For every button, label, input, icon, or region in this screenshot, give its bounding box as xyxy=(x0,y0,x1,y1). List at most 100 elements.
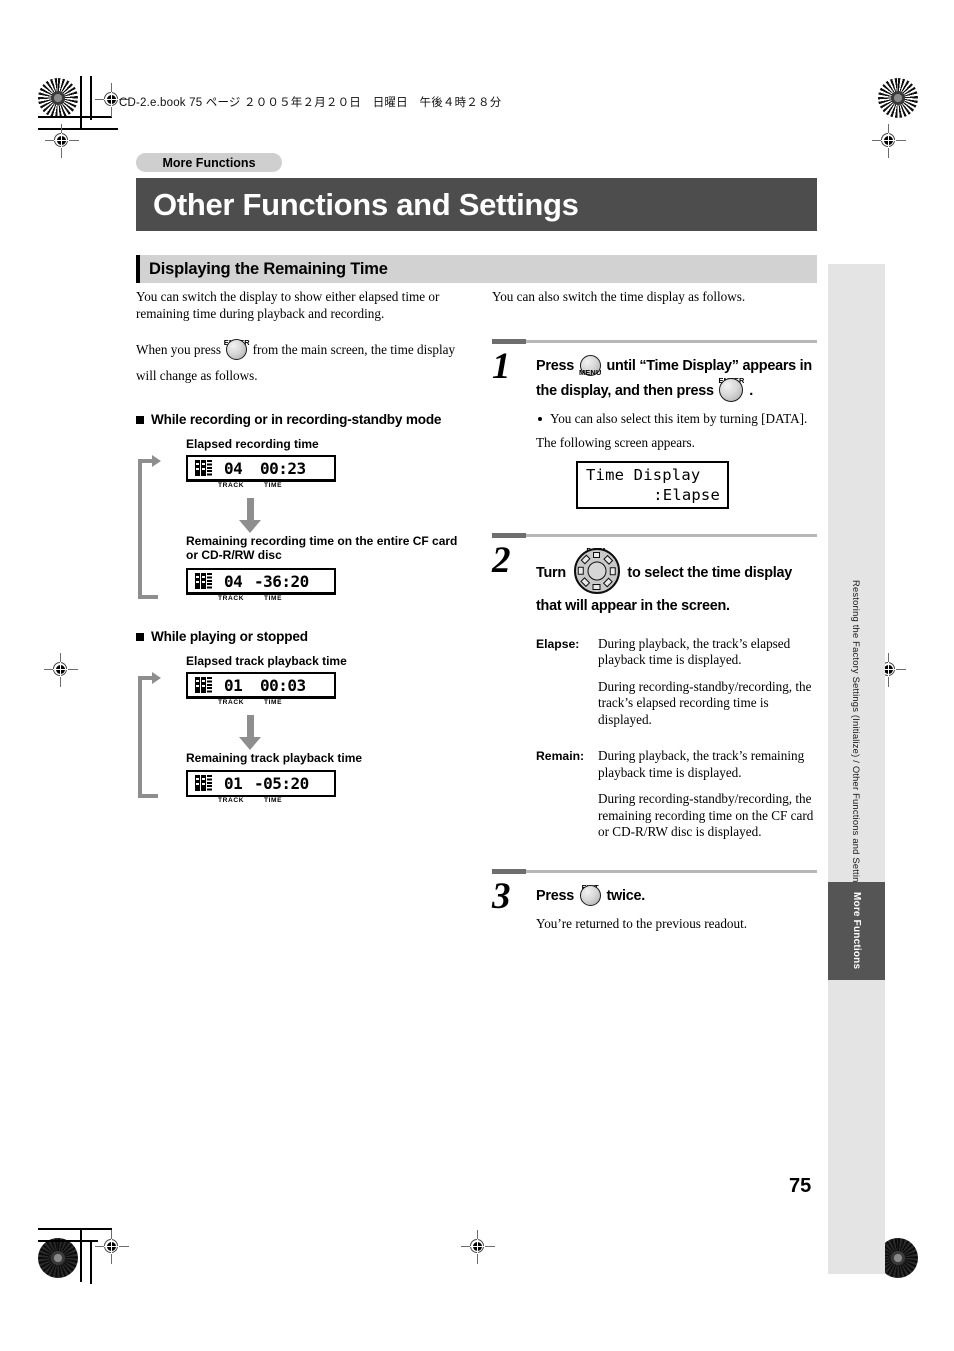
definition-remain: Remain: During playback, the track’s rem… xyxy=(536,748,817,781)
down-arrow-playback xyxy=(186,711,336,751)
lcd-menu-line-2: :Elapse xyxy=(653,485,720,504)
down-arrow-recording xyxy=(186,494,336,534)
lcd-track-label: TRACK xyxy=(218,594,245,602)
step-2-rule xyxy=(492,532,817,542)
loop-arrow-recording xyxy=(136,454,162,599)
step-1-rule xyxy=(492,338,817,348)
data-knob-icon[interactable]: DATA xyxy=(573,546,620,594)
step-3-rule xyxy=(492,868,817,878)
step-1-bullet: You can also select this item by turning… xyxy=(536,411,817,428)
lcd-time-value: -05:20 xyxy=(254,774,309,793)
lcd-display-elapsed-playback: 01 00:03 xyxy=(186,671,336,699)
lcd-labels-remaining-playback: TRACK TIME xyxy=(186,797,336,809)
step-2-headline: Turn DATA to select the time display tha… xyxy=(536,546,817,618)
definition-term-elapse: Elapse: xyxy=(536,636,580,651)
diagram-caption-elapsed-recording: Elapsed recording time xyxy=(186,437,319,451)
step-3: 3 Press EXIT twice. You’re returned to t… xyxy=(492,878,817,933)
lcd-labels-elapsed-recording: TRACK TIME xyxy=(186,482,336,494)
definition-remain-cont: During recording-standby/recording, the … xyxy=(536,791,817,841)
lcd-display-remaining-recording: 04 -36:20 xyxy=(186,567,336,595)
lcd-track-number: 01 xyxy=(224,774,243,793)
cf-card-icon xyxy=(195,676,212,693)
right-column: You can also switch the time display as … xyxy=(492,289,817,932)
button-cap xyxy=(579,884,601,906)
lcd-time-label: TIME xyxy=(264,481,283,489)
subheading-playing-label: While playing or stopped xyxy=(151,629,308,644)
lcd-menu-line-1: Time Display xyxy=(586,465,701,484)
edge-side-text: Restoring the Factory Settings (Initiali… xyxy=(828,580,885,910)
lcd-track-number: 04 xyxy=(224,571,243,591)
step-3-note: You’re returned to the previous readout. xyxy=(536,915,748,931)
button-cap xyxy=(226,339,248,360)
diagram-recording: Elapsed recording time 04 00:23 TRACK TI… xyxy=(136,437,466,613)
step-1-text-1: Press xyxy=(536,357,574,374)
lcd-track-label: TRACK xyxy=(218,698,245,706)
lcd-time-value: 00:03 xyxy=(260,675,306,695)
cf-card-icon xyxy=(195,775,212,791)
diagram-caption-remaining-recording: Remaining recording time on the entire C… xyxy=(186,533,458,563)
enter-button-icon[interactable]: ENTER xyxy=(224,338,250,360)
step-2: 2 Turn DATA to select the time display xyxy=(492,542,817,841)
step-2-text-1: Turn xyxy=(536,564,566,581)
diagram-playback: Elapsed track playback time 01 00:03 TRA… xyxy=(136,654,466,814)
page-number: 75 xyxy=(789,1175,812,1197)
lcd-menu-screen: Time Display :Elapse xyxy=(576,460,729,509)
lcd-display-remaining-playback: 01 -05:20 xyxy=(186,770,336,798)
right-intro-paragraph: You can also switch the time display as … xyxy=(492,289,746,304)
lcd-time-label: TIME xyxy=(264,698,283,706)
lcd-time-label: TIME xyxy=(264,797,283,804)
cf-card-icon xyxy=(195,572,212,589)
section-heading-bar: Displaying the Remaining Time xyxy=(136,255,817,283)
square-bullet-icon xyxy=(136,415,144,424)
intro-2-before: When you press xyxy=(136,342,221,357)
lcd-track-number: 01 xyxy=(224,675,243,695)
step-1-headline: Press MENU until “Time Display” appears … xyxy=(536,354,817,403)
lcd-track-label: TRACK xyxy=(218,797,245,804)
edge-chapter-tab: More Functions xyxy=(828,882,885,980)
step-1-text-2: until “Time Display” appears in the disp… xyxy=(536,357,812,399)
lcd-display-elapsed-recording: 04 00:23 xyxy=(186,454,336,482)
definition-elapse-cont: During recording-standby/recording, the … xyxy=(536,679,817,729)
edge-side-text-label: Restoring the Factory Settings (Initiali… xyxy=(851,580,862,893)
intro-paragraph-2: When you press ENTER from the main scree… xyxy=(136,337,466,389)
page-title-bar: Other Functions and Settings xyxy=(136,178,817,231)
step-3-headline: Press EXIT twice. xyxy=(536,883,817,908)
lcd-track-number: 04 xyxy=(224,458,243,478)
step-3-text-2: twice. xyxy=(606,887,645,904)
button-cap xyxy=(719,377,744,402)
menu-button-icon[interactable]: MENU xyxy=(579,354,601,377)
definition-desc-remain-2: During recording-standby/recording, the … xyxy=(598,791,814,839)
step-1-number: 1 xyxy=(492,345,511,387)
diagram-caption-remaining-playback: Remaining track playback time xyxy=(186,750,363,765)
lcd-time-label: TIME xyxy=(264,594,283,602)
definition-desc-elapse-1: During playback, the track’s elapsed pla… xyxy=(598,635,791,668)
menu-button-label: MENU xyxy=(578,367,602,377)
step-3-text-1: Press xyxy=(536,887,574,904)
knob-center xyxy=(587,561,607,580)
definition-desc-elapse-2: During recording-standby/recording, the … xyxy=(598,678,812,727)
square-bullet-icon xyxy=(136,632,144,641)
step-1-bullet-text: You can also select this item by turning… xyxy=(550,410,808,426)
lcd-track-label: TRACK xyxy=(218,481,245,489)
diagram-caption-elapsed-playback: Elapsed track playback time xyxy=(186,654,347,668)
manual-page: More Functions Other Functions and Setti… xyxy=(0,0,954,1351)
edge-chapter-tab-label: More Functions xyxy=(851,892,862,970)
step-1: 1 Press MENU until “Time Display” appear… xyxy=(492,348,817,509)
exit-button-icon[interactable]: EXIT xyxy=(579,883,601,906)
page-title: Other Functions and Settings xyxy=(153,186,579,222)
loop-arrow-playback xyxy=(136,671,162,798)
step-1-text-3: . xyxy=(749,382,753,399)
cf-card-icon xyxy=(195,459,212,476)
step-1-note: The following screen appears. xyxy=(536,435,695,450)
definition-desc-remain-1: During playback, the track’s remaining p… xyxy=(598,748,805,780)
lcd-time-value: 00:23 xyxy=(260,458,306,478)
definition-term-remain: Remain: xyxy=(536,749,585,763)
lcd-labels-remaining-recording: TRACK TIME xyxy=(186,595,336,607)
lcd-labels-elapsed-playback: TRACK TIME xyxy=(186,699,336,711)
bullet-dot-icon xyxy=(538,416,542,421)
chapter-pill: More Functions xyxy=(136,153,282,172)
step-3-number: 3 xyxy=(492,875,511,917)
section-title: Displaying the Remaining Time xyxy=(149,259,388,278)
enter-button-icon[interactable]: ENTER xyxy=(718,376,744,402)
subheading-recording: While recording or in recording-standby … xyxy=(136,411,466,428)
